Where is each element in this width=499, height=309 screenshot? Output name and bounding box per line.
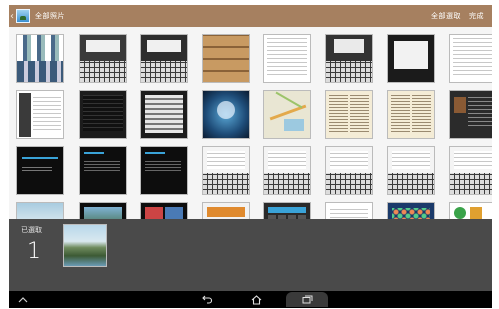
photo-thumbnail[interactable] xyxy=(140,202,188,219)
photo-thumbnail[interactable] xyxy=(449,202,492,219)
chevron-left-icon[interactable]: ‹ xyxy=(9,5,15,27)
photo-thumbnail[interactable] xyxy=(325,90,373,139)
photo-thumbnail[interactable] xyxy=(79,34,127,83)
photo-thumbnail[interactable] xyxy=(202,90,250,139)
recent-apps-icon[interactable] xyxy=(286,292,328,307)
photo-thumbnail[interactable] xyxy=(449,90,492,139)
done-button[interactable]: 完成 xyxy=(469,11,484,21)
photo-thumbnail[interactable] xyxy=(140,34,188,83)
selected-photo-thumbnail[interactable] xyxy=(63,224,107,267)
photo-thumbnail[interactable] xyxy=(16,34,64,83)
photo-thumbnail[interactable] xyxy=(325,202,373,219)
photo-thumbnail[interactable] xyxy=(16,202,64,219)
photo-thumbnail[interactable] xyxy=(16,90,64,139)
photo-thumbnail[interactable] xyxy=(387,34,435,83)
gallery-app-icon[interactable] xyxy=(16,9,30,23)
selected-label: 已選取 xyxy=(21,226,42,234)
page-title: 全部照片 xyxy=(35,12,65,20)
tablet-screen: ‹ 全部照片 全部選取 完成 已選取 1 xyxy=(9,5,492,308)
photo-thumbnail[interactable] xyxy=(263,34,311,83)
photo-thumbnail[interactable] xyxy=(325,146,373,195)
photo-thumbnail[interactable] xyxy=(202,146,250,195)
photo-thumbnail[interactable] xyxy=(449,34,492,83)
photo-thumbnail[interactable] xyxy=(263,202,311,219)
photo-thumbnail[interactable] xyxy=(263,146,311,195)
photo-thumbnail[interactable] xyxy=(140,90,188,139)
photo-thumbnail[interactable] xyxy=(387,146,435,195)
action-bar: ‹ 全部照片 全部選取 完成 xyxy=(9,5,492,27)
photo-thumbnail[interactable] xyxy=(79,90,127,139)
photo-thumbnail[interactable] xyxy=(263,90,311,139)
photo-thumbnail[interactable] xyxy=(79,146,127,195)
back-arrow-icon[interactable] xyxy=(197,293,217,306)
photo-thumbnail[interactable] xyxy=(16,146,64,195)
photo-thumbnail[interactable] xyxy=(387,202,435,219)
selection-bar: 已選取 1 xyxy=(9,219,492,291)
system-nav-bar xyxy=(9,291,492,308)
hide-keyboard-icon[interactable] xyxy=(15,293,31,306)
photo-thumbnail[interactable] xyxy=(202,202,250,219)
select-all-button[interactable]: 全部選取 xyxy=(431,11,461,21)
home-icon[interactable] xyxy=(246,293,266,306)
photo-grid xyxy=(9,27,492,219)
photo-thumbnail[interactable] xyxy=(140,146,188,195)
selected-count: 1 xyxy=(27,239,41,264)
photo-thumbnail[interactable] xyxy=(202,34,250,83)
photo-thumbnail[interactable] xyxy=(325,34,373,83)
photo-thumbnail[interactable] xyxy=(79,202,127,219)
photo-thumbnail[interactable] xyxy=(449,146,492,195)
photo-thumbnail[interactable] xyxy=(387,90,435,139)
